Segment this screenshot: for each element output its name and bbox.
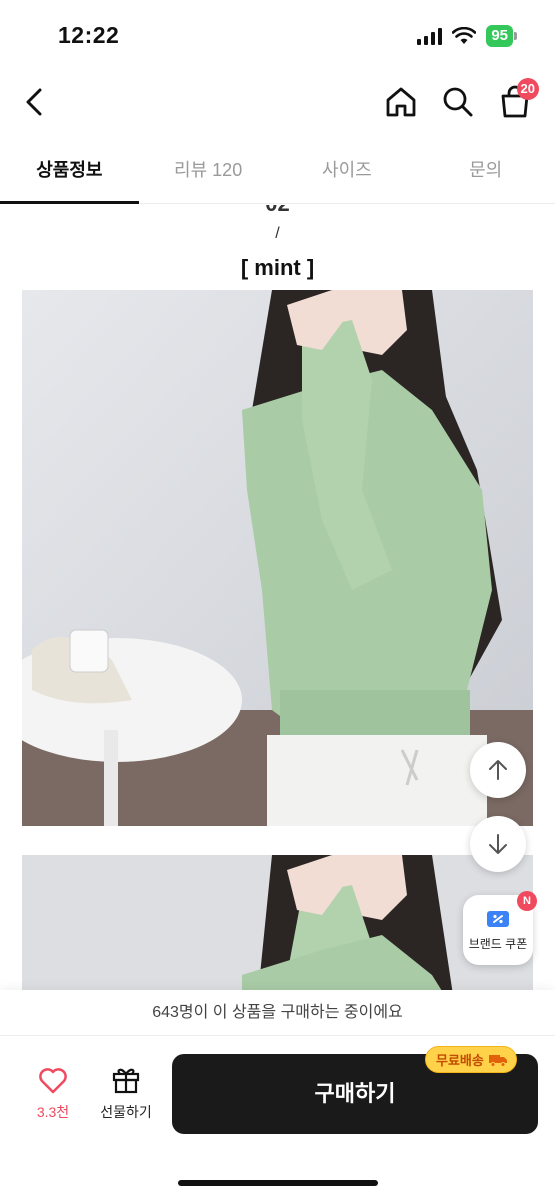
chevron-left-icon — [26, 88, 42, 116]
home-button[interactable] — [383, 84, 419, 120]
tab-inquiry[interactable]: 문의 — [416, 140, 555, 203]
product-detail-content: 02 / [ mint ] — [0, 205, 555, 990]
search-button[interactable] — [440, 84, 476, 120]
product-photo — [22, 855, 533, 990]
home-icon — [386, 87, 416, 117]
scroll-up-button[interactable] — [470, 742, 526, 798]
free-shipping-label: 무료배송 — [436, 1053, 484, 1068]
status-indicators: 95 — [417, 25, 517, 47]
search-icon — [443, 87, 473, 117]
truck-icon — [488, 1054, 507, 1067]
back-button[interactable] — [18, 82, 54, 122]
home-indicator — [178, 1180, 378, 1186]
gift-label: 선물하기 — [100, 1104, 152, 1120]
coupon-label: 브랜드 쿠폰 — [468, 937, 528, 951]
arrow-down-icon — [489, 834, 507, 854]
tab-reviews[interactable]: 리뷰 120 — [139, 140, 278, 203]
like-button[interactable]: 3.3천 — [22, 1060, 84, 1120]
status-time: 12:22 — [58, 22, 120, 48]
arrow-up-icon — [489, 760, 507, 780]
cart-button[interactable]: 20 — [497, 78, 539, 120]
status-bar: 12:22 95 — [0, 0, 555, 70]
gift-button[interactable]: 선물하기 — [92, 1060, 160, 1120]
gift-icon — [112, 1068, 140, 1094]
separator: / — [275, 225, 280, 242]
coupon-icon — [487, 911, 509, 927]
cellular-signal-icon — [417, 27, 443, 45]
like-count: 3.3천 — [36, 1104, 70, 1120]
wifi-icon — [452, 27, 477, 44]
cut-number: 02 — [0, 205, 555, 217]
scroll-down-button[interactable] — [470, 816, 526, 872]
purchase-bar: 643명이 이 상품을 구매하는 중이에요 3.3천 선물하기 구매하기 무료배… — [0, 990, 555, 1200]
tab-size[interactable]: 사이즈 — [278, 140, 417, 203]
product-tabs: 상품정보 리뷰 120 사이즈 문의 — [0, 140, 555, 204]
battery-icon: 95 — [486, 25, 517, 47]
free-shipping-badge: 무료배송 — [425, 1046, 517, 1073]
new-badge: N — [517, 891, 537, 911]
battery-level: 95 — [486, 25, 513, 47]
cart-count-badge: 20 — [516, 78, 539, 100]
color-option-label: [ mint ] — [240, 255, 315, 280]
brand-coupon-button[interactable]: 브랜드 쿠폰 N — [463, 891, 537, 965]
heart-icon — [39, 1068, 67, 1094]
tab-product-info[interactable]: 상품정보 — [0, 140, 139, 204]
product-photo — [22, 290, 533, 826]
buyers-count-note: 643명이 이 상품을 구매하는 중이에요 — [0, 990, 555, 1036]
app-header: 20 — [0, 70, 555, 134]
